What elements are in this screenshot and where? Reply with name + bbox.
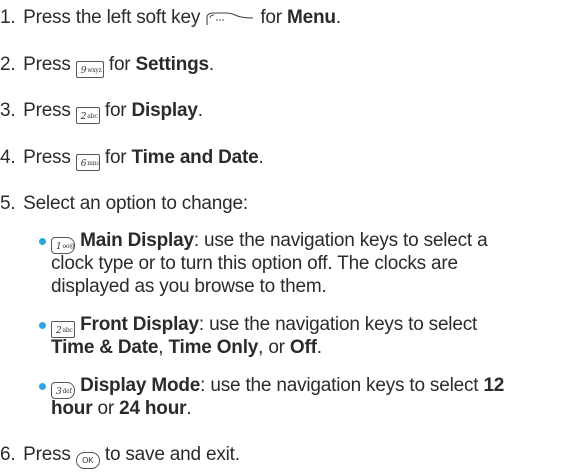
option-desc: : use the navigation keys to select — [198, 314, 478, 335]
step-text: to save and exit. — [104, 444, 240, 465]
choice-time-only: Time Only — [168, 337, 259, 358]
step-text: Press — [23, 100, 71, 121]
option-main-display: 1oo@ Main Display: use the navigation ke… — [51, 229, 488, 254]
key-6-icon: 6mno — [75, 154, 100, 171]
step-text: Press — [23, 444, 71, 465]
step-text: for — [260, 7, 282, 28]
step-text: Select an option to change: — [23, 193, 248, 214]
step-number: 1. — [0, 7, 16, 28]
separator: , or — [258, 337, 290, 358]
left-soft-key-icon — [206, 12, 254, 25]
punctuation: . — [316, 337, 322, 358]
step-text: Press the left soft key — [23, 7, 201, 28]
option-title: Main Display — [80, 230, 194, 251]
punctuation: . — [258, 147, 264, 168]
step-5: 5. Select an option to change: — [0, 192, 248, 216]
option-desc-line: hour or 24 hour. — [51, 397, 192, 421]
option-desc-line: Time & Date, Time Only, or Off. — [51, 336, 322, 360]
choice-24-hour: 24 hour — [119, 398, 187, 419]
ok-key-icon: OK — [75, 452, 100, 469]
punctuation: . — [208, 54, 214, 75]
step-2: 2. Press 9wxyz for Settings. — [0, 53, 214, 78]
step-number: 5. — [0, 193, 16, 214]
menu-label: Menu — [287, 7, 336, 28]
step-number: 2. — [0, 54, 16, 75]
step-number: 4. — [0, 147, 16, 168]
option-desc: : use the navigation keys to select — [200, 375, 479, 396]
key-2-icon: 2abc — [75, 107, 100, 124]
punctuation: . — [186, 398, 192, 419]
display-label: Display — [131, 100, 198, 121]
step-text: for — [104, 147, 127, 168]
punctuation: . — [335, 7, 341, 28]
time-and-date-label: Time and Date — [131, 147, 259, 168]
bullet-icon — [39, 322, 46, 329]
bullet-icon — [39, 383, 46, 390]
option-desc-line: displayed as you browse to them. — [51, 276, 327, 297]
key-9-icon: 9wxyz — [75, 61, 104, 78]
separator: or — [92, 398, 120, 419]
option-title: Front Display — [80, 314, 199, 335]
choice-hour: hour — [51, 398, 93, 419]
step-number: 6. — [0, 444, 16, 465]
option-desc: : use the navigation keys to select a — [193, 230, 488, 251]
step-4: 4. Press 6mno for Time and Date. — [0, 146, 264, 171]
instruction-page: 1. Press the left soft key for Menu. 2. … — [0, 0, 584, 473]
settings-label: Settings — [135, 54, 210, 75]
option-front-display: 2abc Front Display: use the navigation k… — [51, 313, 477, 338]
step-text: Press — [23, 147, 71, 168]
step-text: for — [104, 100, 127, 121]
punctuation: . — [197, 100, 203, 121]
step-text: for — [108, 54, 131, 75]
bullet-icon — [39, 238, 46, 245]
step-3: 3. Press 2abc for Display. — [0, 99, 203, 124]
step-text: Press — [23, 54, 71, 75]
option-desc-line: clock type or to turn this option off. T… — [51, 253, 458, 274]
option-display-mode: 3def Display Mode: use the navigation ke… — [51, 374, 504, 399]
choice-off: Off — [289, 337, 317, 358]
separator: , — [158, 337, 169, 358]
step-number: 3. — [0, 100, 16, 121]
step-1: 1. Press the left soft key for Menu. — [0, 6, 341, 30]
option-title: Display Mode — [80, 375, 201, 396]
choice-time-date: Time & Date — [51, 337, 159, 358]
step-6: 6. Press OK to save and exit. — [0, 443, 240, 469]
choice-12: 12 — [483, 375, 505, 396]
